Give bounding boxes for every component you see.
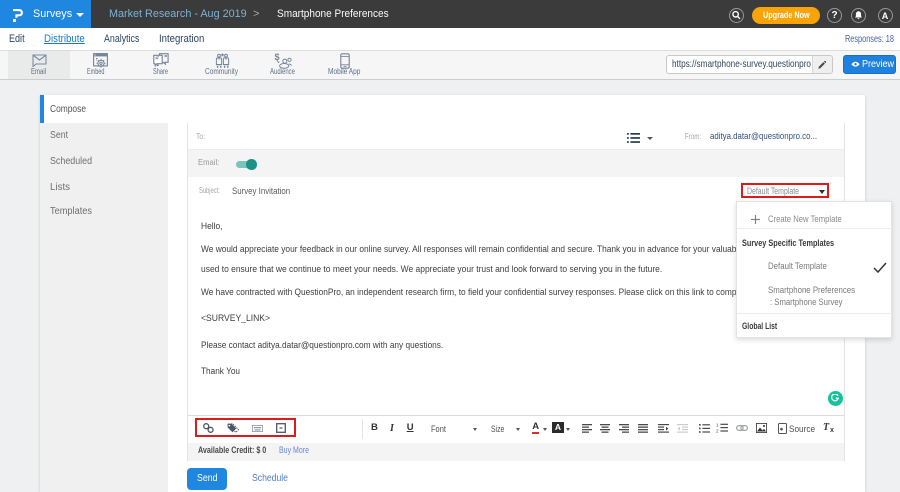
svg-text:2: 2 (716, 429, 719, 433)
svg-text:$: $ (274, 52, 279, 62)
svg-text:●: ● (779, 426, 783, 433)
svg-text:1: 1 (716, 423, 719, 428)
